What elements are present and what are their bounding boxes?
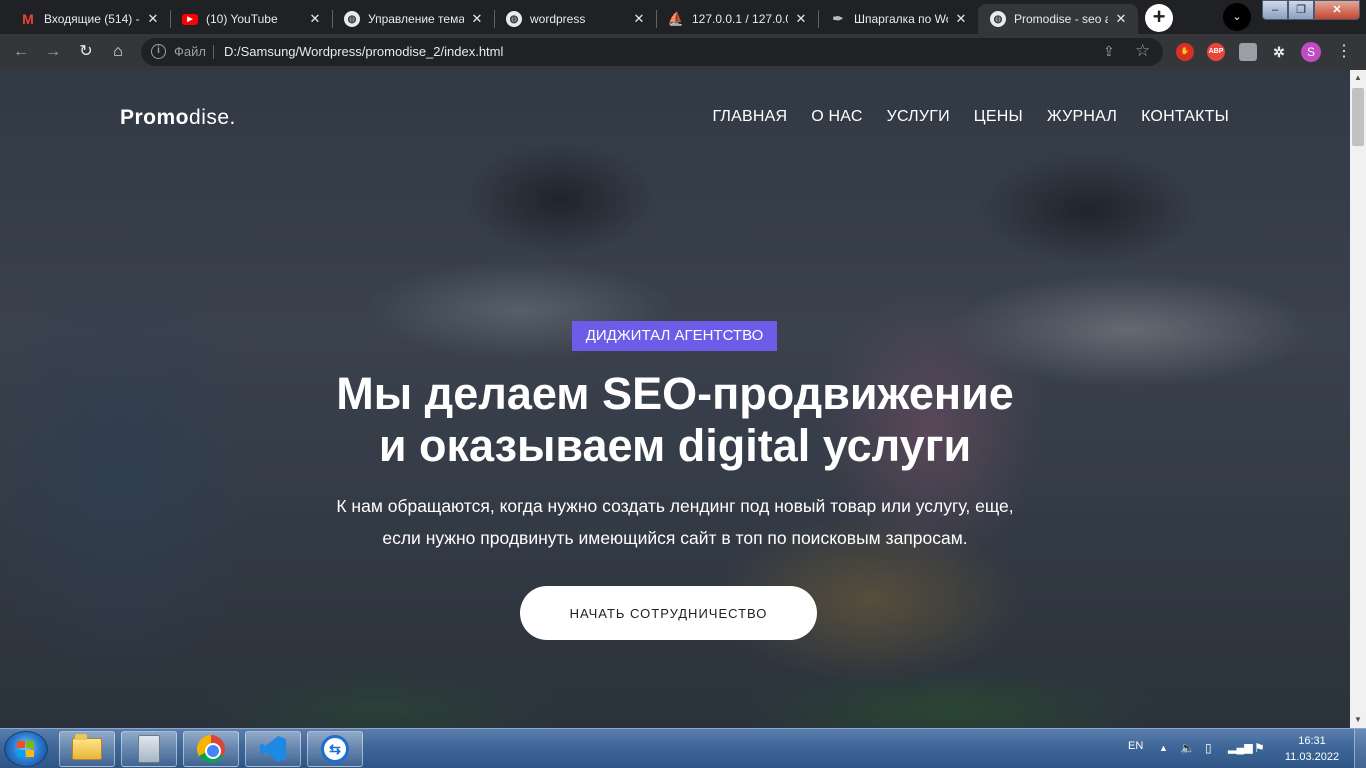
tab-phpmyadmin[interactable]: ⛵ 127.0.0.1 / 127.0.0 ✕ (656, 4, 818, 34)
site-logo[interactable]: Promodise. (120, 106, 236, 130)
scroll-down-arrow-icon[interactable]: ▼ (1350, 712, 1366, 728)
nav-prices[interactable]: ЦЕНЫ (974, 108, 1023, 126)
taskbar-vscode[interactable] (245, 731, 301, 767)
globe-icon: ◍ (990, 11, 1006, 27)
vscode-icon (260, 736, 286, 762)
tab-theme-management[interactable]: ◍ Управление темам ✕ (332, 4, 494, 34)
windows-taskbar: EN ▲ 🔈 ▯ ▂▄▆ ⚑ 16:31 11.03.2022 (0, 728, 1366, 768)
puzzle-extensions-icon[interactable]: ✲ (1270, 43, 1288, 61)
logo-bold: Promo (120, 106, 190, 129)
hero-description: К нам обращаются, когда нужно создать ле… (250, 490, 1100, 554)
tab-title: wordpress (530, 12, 586, 26)
tray-expand-icon[interactable]: ▲ (1159, 743, 1168, 753)
globe-icon: ◍ (344, 11, 360, 27)
close-icon[interactable]: ✕ (308, 11, 322, 27)
youtube-icon: ▶ (182, 13, 198, 25)
taskbar-explorer[interactable] (59, 731, 115, 767)
close-window-button[interactable]: ✕ (1314, 0, 1360, 20)
adblock-extension-icon[interactable]: ABP (1207, 43, 1225, 61)
folder-icon (72, 734, 102, 760)
start-cooperation-button[interactable]: НАЧАТЬ СОТРУДНИЧЕСТВО (520, 586, 817, 640)
system-clock[interactable]: 16:31 11.03.2022 (1282, 733, 1342, 765)
main-nav: ГЛАВНАЯ О НАС УСЛУГИ ЦЕНЫ ЖУРНАЛ КОНТАКТ… (712, 108, 1229, 126)
agency-badge: ДИДЖИТАЛ АГЕНТСТВО (572, 321, 777, 351)
browser-tabstrip: M Входящие (514) - ✕ ▶ (10) YouTube ✕ ◍ … (0, 0, 1366, 34)
new-tab-button[interactable]: + (1145, 4, 1173, 32)
nav-journal[interactable]: ЖУРНАЛ (1047, 108, 1117, 126)
tab-cheatsheet[interactable]: ✒ Шпаргалка по Wo ✕ (818, 4, 978, 34)
clock-date: 11.03.2022 (1284, 751, 1340, 763)
hero-description-line-2: если нужно продвинуть имеющийся сайт в т… (382, 528, 968, 548)
page-hero: Promodise. ГЛАВНАЯ О НАС УСЛУГИ ЦЕНЫ ЖУР… (0, 70, 1350, 728)
tab-title: Шпаргалка по Wo (854, 12, 948, 26)
tab-gmail[interactable]: M Входящие (514) - ✕ (8, 4, 170, 34)
tab-title: 127.0.0.1 / 127.0.0 (692, 12, 788, 26)
logo-rest: dise. (189, 106, 236, 129)
tab-wordpress[interactable]: ◍ wordpress ✕ (494, 4, 656, 34)
show-desktop-button[interactable] (1354, 729, 1366, 768)
back-icon[interactable]: ← (10, 41, 32, 63)
start-button[interactable] (4, 731, 48, 767)
hero-title-line-1: Мы делаем SEO-продвижение (336, 368, 1014, 419)
close-icon[interactable]: ✕ (146, 11, 160, 27)
globe-icon: ◍ (506, 11, 522, 27)
tab-promodise[interactable]: ◍ Promodise - seo a ✕ (978, 4, 1138, 34)
reload-icon[interactable]: ↻ (75, 41, 97, 63)
page-scrollbar[interactable]: ▲ ▼ (1350, 70, 1366, 728)
scrollbar-thumb[interactable] (1352, 88, 1364, 146)
nav-services[interactable]: УСЛУГИ (887, 108, 950, 126)
power-icon[interactable]: ▯ (1205, 741, 1212, 755)
hand-extension-icon[interactable]: ✋ (1176, 43, 1194, 61)
hero-description-line-1: К нам обращаются, когда нужно создать ле… (336, 496, 1014, 516)
taskbar-teamviewer[interactable] (307, 731, 363, 767)
nav-home[interactable]: ГЛАВНАЯ (712, 108, 787, 126)
close-icon[interactable]: ✕ (794, 11, 808, 27)
tab-title: Управление темам (368, 12, 464, 26)
hero-title-line-2: и оказываем digital услуги (378, 420, 972, 471)
bookmark-star-icon[interactable]: ☆ (1135, 41, 1150, 61)
home-icon[interactable]: ⌂ (107, 41, 129, 63)
nav-about[interactable]: О НАС (811, 108, 862, 126)
teamviewer-icon (321, 735, 349, 763)
menu-kebab-icon[interactable]: ⋮ (1336, 42, 1352, 62)
minimize-button[interactable]: ‒ (1262, 0, 1288, 20)
phpmyadmin-icon: ⛵ (667, 11, 685, 26)
taskbar-chrome[interactable] (183, 731, 239, 767)
language-indicator[interactable]: EN (1128, 740, 1143, 752)
tab-youtube[interactable]: ▶ (10) YouTube ✕ (170, 4, 332, 34)
url-text[interactable]: D:/Samsung/Wordpress/promodise_2/index.h… (224, 44, 503, 59)
clock-time: 16:31 (1298, 735, 1326, 747)
share-icon[interactable]: ⇪ (1103, 43, 1115, 60)
taskbar-calculator[interactable] (121, 731, 177, 767)
action-center-flag-icon[interactable]: ⚑ (1254, 741, 1265, 755)
close-icon[interactable]: ✕ (470, 11, 484, 27)
tab-title: (10) YouTube (206, 12, 278, 26)
profile-avatar[interactable]: S (1301, 42, 1321, 62)
close-icon[interactable]: ✕ (632, 11, 646, 27)
tab-title: Входящие (514) - (44, 12, 140, 26)
chrome-icon (197, 735, 225, 763)
browser-toolbar: ← → ↻ ⌂ i Файл D:/Samsung/Wordpress/prom… (0, 34, 1366, 70)
close-icon[interactable]: ✕ (1114, 11, 1128, 27)
feather-icon: ✒ (832, 11, 844, 26)
forward-icon[interactable]: → (42, 41, 64, 63)
network-signal-icon[interactable]: ▂▄▆ (1228, 741, 1253, 754)
hero-title: Мы делаем SEO-продвижение и оказываем di… (200, 368, 1150, 472)
windows-logo-icon (17, 741, 35, 758)
tab-search-button[interactable]: ⌄ (1223, 3, 1251, 31)
close-icon[interactable]: ✕ (954, 11, 968, 27)
scheme-label: Файл (174, 44, 206, 59)
address-divider (213, 45, 214, 59)
gray-extension-icon[interactable] (1239, 43, 1257, 61)
volume-icon[interactable]: 🔈 (1180, 741, 1195, 755)
tab-title: Promodise - seo a (1014, 12, 1108, 26)
gmail-icon: M (22, 11, 34, 27)
calculator-icon (138, 735, 160, 763)
info-icon[interactable]: i (151, 44, 166, 59)
maximize-button[interactable]: ❐ (1288, 0, 1314, 20)
address-bar[interactable]: i Файл D:/Samsung/Wordpress/promodise_2/… (141, 38, 1163, 66)
nav-contacts[interactable]: КОНТАКТЫ (1141, 108, 1229, 126)
scroll-up-arrow-icon[interactable]: ▲ (1350, 70, 1366, 86)
